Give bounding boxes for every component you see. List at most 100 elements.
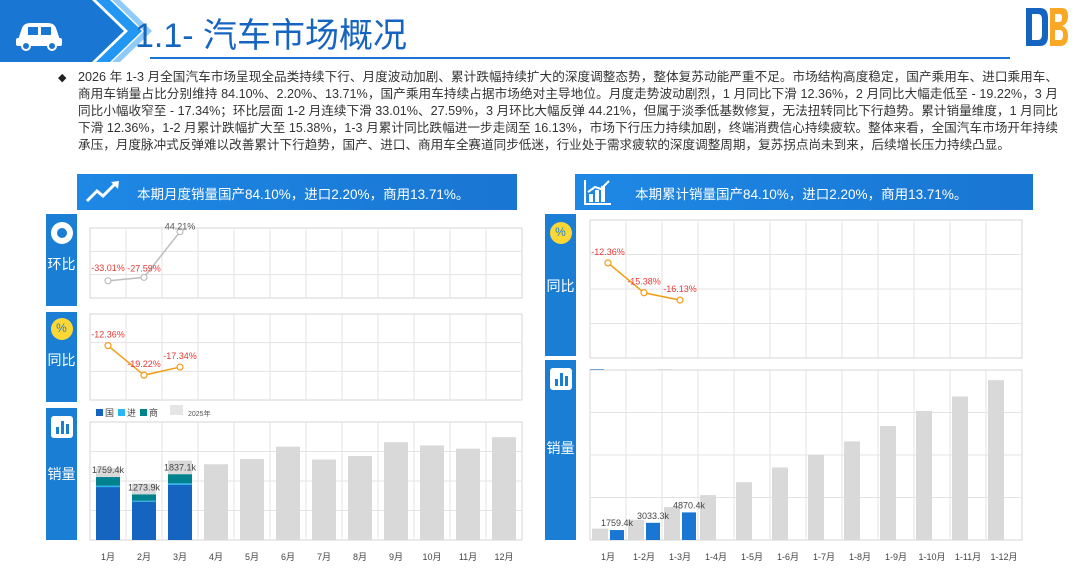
right-banner-text: 本期累计销量国产84.10%，进口2.20%，商用13.71%。 (635, 187, 968, 202)
side-tab-sales: 销量 (46, 408, 77, 540)
cumulative-yoy-data-label: -16.13% (663, 284, 697, 294)
monthly-yoy-data-label: -17.34% (163, 351, 197, 361)
monthly-sales-bar-prev (240, 458, 264, 540)
cumulative-yoy-point (604, 259, 612, 267)
monthly-mom-data-label: -33.01% (91, 263, 125, 273)
legend-swatch-guo (96, 409, 103, 416)
monthly-sales-x-tick-label: 8月 (353, 552, 367, 562)
monthly-yoy-data-label: -12.36% (91, 330, 125, 340)
bar-chart-icon (50, 416, 73, 438)
cumulative-sales-bar-prev (916, 410, 932, 540)
legend-swatch-prev (170, 405, 183, 415)
monthly-sales-bar-prev (312, 459, 336, 540)
cumulative-sales-bar-current (610, 530, 624, 540)
monthly-sales-x-tick-label: 7月 (317, 552, 331, 562)
cumulative-sales-bar-prev (772, 467, 788, 540)
cumulative-sales-bar-current (682, 512, 696, 540)
left-banner-text: 本期月度销量国产84.10%，进口2.20%，商用13.71%。 (137, 187, 470, 202)
cumulative-sales-x-tick-label: 1-6月 (777, 552, 799, 562)
side-label-mom: 环比 (47, 256, 76, 272)
monthly-sales-x-tick-label: 6月 (281, 552, 295, 562)
cumulative-sales-bar-prev (808, 454, 824, 540)
monthly-sales-x-tick-label: 5月 (245, 552, 259, 562)
summary-bullet: ◆ (58, 72, 67, 84)
cumulative-sales-x-tick-label: 1-8月 (849, 552, 871, 562)
side-label-yoy: 同比 (47, 352, 76, 368)
side-tab-mom: 环比 (46, 214, 77, 306)
legend-label-guo: 国 (105, 408, 114, 418)
monthly-mom-data-label: -27.59% (127, 263, 161, 273)
cumulative-sales-x-tick-label: 1-7月 (813, 552, 835, 562)
trend-line-icon (85, 181, 119, 203)
monthly-yoy-data-label: -19.22% (127, 359, 161, 369)
side-label-cum-sales: 销量 (546, 440, 575, 456)
cumulative-charts: -12.36%-15.38%-16.13%2026年累计2025年累计1759.… (589, 219, 1023, 562)
right-banner: 本期累计销量国产84.10%，进口2.20%，商用13.71%。 (575, 174, 1033, 210)
cumulative-sales-x-tick-label: 1-2月 (633, 552, 655, 562)
monthly-sales-bar-shang (168, 474, 192, 484)
monthly-sales-bar-prev (456, 448, 480, 540)
side-label-cum-yoy: 同比 (546, 278, 575, 294)
monthly-sales-bar-guo (168, 484, 192, 540)
monthly-sales-bar-prev (276, 446, 300, 540)
left-banner: 本期月度销量国产84.10%，进口2.20%，商用13.71%。 (77, 174, 517, 210)
side-tab-cum-sales: 销量 (545, 360, 576, 540)
cumulative-sales-x-tick-label: 1月 (601, 552, 615, 562)
cumulative-yoy-point (676, 296, 684, 304)
monthly-yoy-point (104, 342, 112, 350)
monthly-yoy-point (140, 371, 148, 379)
monthly-sales-bar-prev (492, 437, 516, 540)
monthly-sales-bar-shang (132, 494, 156, 501)
cumulative-sales-total-label: 4870.4k (673, 500, 706, 510)
brand-logo (1026, 8, 1068, 46)
cumulative-yoy-data-label: -15.38% (627, 277, 661, 287)
cumulative-sales-x-tick-label: 1-11月 (955, 552, 981, 562)
monthly-sales-bar-prev (420, 445, 444, 540)
cumulative-sales-x-tick-label: 1-5月 (741, 552, 763, 562)
cumulative-sales-x-tick-label: 1-3月 (669, 552, 691, 562)
monthly-sales-bar-prev (204, 464, 228, 540)
car-icon (16, 23, 62, 51)
page-title: 1.1- 汽车市场概况 (135, 17, 408, 55)
cumulative-sales-bar-prev (988, 380, 1004, 540)
circle-icon (50, 222, 73, 244)
monthly-sales-x-tick-label: 1月 (101, 552, 115, 562)
cumulative-yoy-point (640, 289, 648, 297)
summary-text: 2026 年 1-3 月全国汽车市场呈现全品类持续下行、月度波动加剧、累计跌幅持… (78, 70, 1058, 152)
monthly-sales-x-tick-label: 10月 (422, 552, 441, 562)
cumulative-sales-bar-prev (736, 482, 752, 540)
cumulative-sales-x-tick-label: 1-4月 (705, 552, 727, 562)
monthly-charts: -33.01% -27.59% 44.21% -12.36% -19.22%-17.34… (89, 222, 523, 562)
monthly-sales-bar-guo (132, 501, 156, 540)
monthly-sales-bar-prev (384, 442, 408, 540)
monthly-sales-total-label: 1837.1k (164, 462, 197, 472)
cumulative-sales-bar-prev (952, 396, 968, 540)
legend-swatch-jin (118, 409, 125, 416)
percent-icon: % (549, 222, 572, 244)
cumulative-yoy-data-label: -12.36% (591, 247, 625, 257)
legend-label-prev: 2025年 (188, 409, 211, 418)
monthly-sales-bar-jin (96, 485, 120, 488)
monthly-sales-bar-guo (96, 487, 120, 540)
cumulative-sales-bar-prev (592, 528, 608, 540)
legend-label-shang: 商 (149, 407, 158, 418)
monthly-sales-x-tick-label: 2月 (137, 552, 151, 562)
monthly-mom-data-label: 44.21% (165, 222, 196, 232)
monthly-sales-total-label: 1273.9k (128, 482, 161, 492)
monthly-sales-bar-shang (96, 477, 120, 486)
monthly-sales-x-tick-label: 11月 (459, 552, 477, 562)
side-label-sales: 销量 (47, 466, 76, 482)
cumulative-sales-x-tick-label: 1-9月 (885, 552, 907, 562)
cumulative-sales-bar-prev (880, 425, 896, 540)
monthly-mom-point (104, 277, 112, 285)
monthly-sales-x-tick-label: 3月 (173, 552, 187, 562)
percent-icon: % (50, 318, 73, 340)
growth-chart-icon (584, 180, 611, 205)
monthly-sales-x-tick-label: 12月 (494, 552, 513, 562)
cumulative-sales-bar-current (646, 522, 660, 540)
cumulative-sales-x-tick-label: 1-10月 (918, 552, 945, 562)
cumulative-sales-x-tick-label: 1-12月 (990, 552, 1017, 562)
monthly-sales-bar-prev (348, 456, 372, 540)
monthly-sales-bar-jin (132, 500, 156, 502)
monthly-mom-point (140, 273, 148, 281)
